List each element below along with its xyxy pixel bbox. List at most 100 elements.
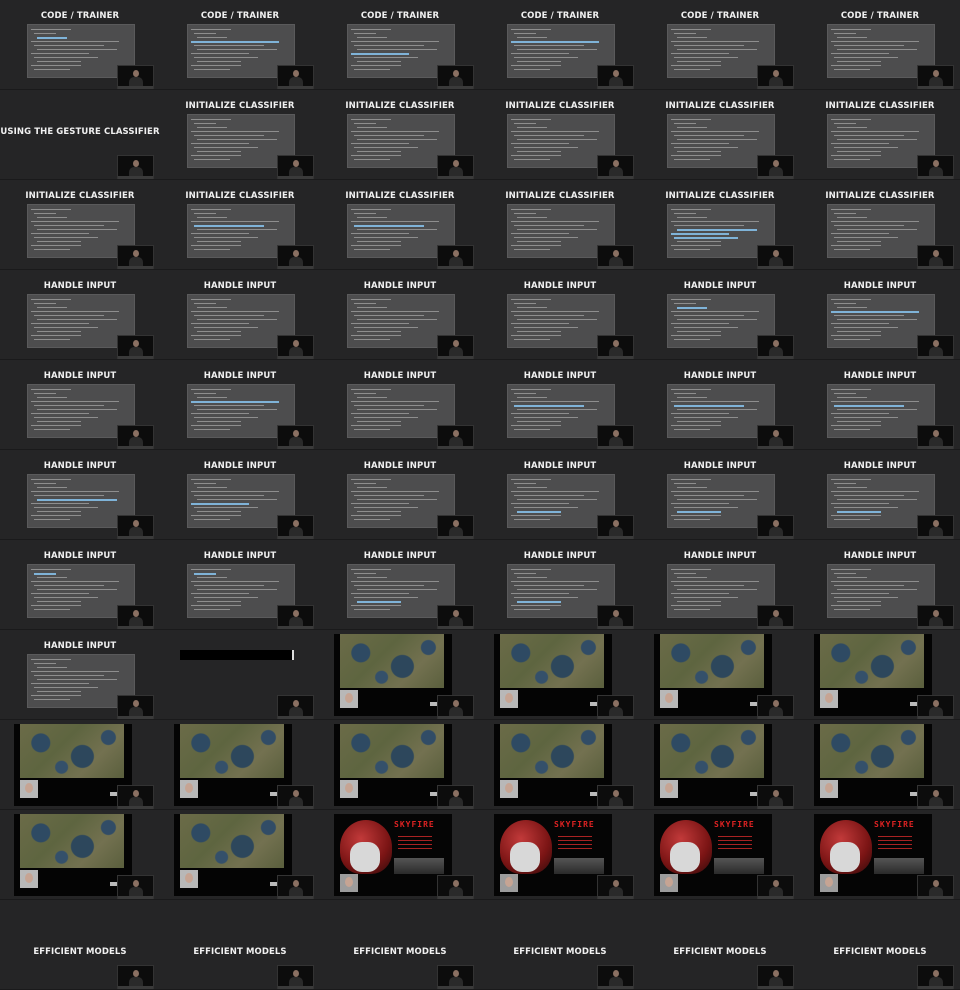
video-thumbnail[interactable]: INITIALIZE CLASSIFIER xyxy=(800,180,960,270)
video-thumbnail[interactable]: HANDLE INPUT xyxy=(800,540,960,630)
video-thumbnail[interactable]: EFFICIENT MODELS xyxy=(160,900,320,990)
video-thumbnail[interactable]: INITIALIZE CLASSIFIER xyxy=(160,90,320,180)
presenter-head xyxy=(293,340,299,347)
code-line xyxy=(197,37,227,38)
presenter-webcam xyxy=(277,245,314,269)
video-thumbnail[interactable]: HANDLE INPUT xyxy=(160,360,320,450)
video-thumbnail[interactable]: SKYFIRE xyxy=(640,810,800,900)
video-thumbnail[interactable]: INITIALIZE CLASSIFIER xyxy=(640,180,800,270)
code-line xyxy=(517,319,597,320)
video-thumbnail[interactable]: HANDLE INPUT xyxy=(320,450,480,540)
code-line xyxy=(34,585,104,586)
video-thumbnail[interactable]: HANDLE INPUT xyxy=(480,450,640,540)
code-line xyxy=(514,417,578,418)
video-thumbnail[interactable]: CODE / TRAINER xyxy=(640,0,800,90)
video-thumbnail[interactable]: HANDLE INPUT xyxy=(0,450,160,540)
video-thumbnail[interactable]: SKYFIRE xyxy=(480,810,640,900)
video-thumbnail[interactable]: INITIALIZE CLASSIFIER xyxy=(800,90,960,180)
video-thumbnail[interactable] xyxy=(0,720,160,810)
video-thumbnail[interactable]: EFFICIENT MODELS xyxy=(320,900,480,990)
code-line xyxy=(191,491,279,492)
presenter-webcam xyxy=(437,515,474,539)
video-thumbnail[interactable] xyxy=(160,630,320,720)
video-thumbnail[interactable]: CODE / TRAINER xyxy=(480,0,640,90)
presenter-head xyxy=(773,610,779,617)
video-thumbnail[interactable]: USING THE GESTURE CLASSIFIER xyxy=(0,90,160,180)
video-thumbnail[interactable] xyxy=(160,810,320,900)
code-line xyxy=(511,233,569,234)
video-thumbnail[interactable]: EFFICIENT MODELS xyxy=(800,900,960,990)
video-thumbnail[interactable]: HANDLE INPUT xyxy=(640,540,800,630)
video-thumbnail[interactable]: CODE / TRAINER xyxy=(320,0,480,90)
video-thumbnail[interactable]: HANDLE INPUT xyxy=(480,360,640,450)
video-thumbnail[interactable]: HANDLE INPUT xyxy=(320,270,480,360)
code-line xyxy=(674,597,738,598)
video-thumbnail[interactable] xyxy=(640,720,800,810)
code-line xyxy=(674,135,744,136)
face xyxy=(825,877,833,887)
code-line xyxy=(677,229,757,231)
video-thumbnail[interactable]: HANDLE INPUT xyxy=(0,630,160,720)
video-thumbnail[interactable]: HANDLE INPUT xyxy=(800,360,960,450)
video-thumbnail[interactable] xyxy=(640,630,800,720)
video-thumbnail[interactable]: EFFICIENT MODELS xyxy=(640,900,800,990)
video-thumbnail[interactable]: SKYFIRE xyxy=(800,810,960,900)
code-line xyxy=(351,413,409,414)
video-thumbnail[interactable]: EFFICIENT MODELS xyxy=(0,900,160,990)
video-thumbnail[interactable]: HANDLE INPUT xyxy=(640,270,800,360)
code-line xyxy=(37,487,67,488)
presenter-head xyxy=(773,700,779,707)
code-line xyxy=(197,241,241,242)
video-thumbnail[interactable]: HANDLE INPUT xyxy=(480,540,640,630)
video-thumbnail[interactable]: INITIALIZE CLASSIFIER xyxy=(640,90,800,180)
video-thumbnail[interactable]: CODE / TRAINER xyxy=(800,0,960,90)
code-line xyxy=(671,425,721,426)
video-thumbnail[interactable]: HANDLE INPUT xyxy=(320,540,480,630)
video-thumbnail[interactable] xyxy=(800,630,960,720)
video-thumbnail[interactable]: HANDLE INPUT xyxy=(480,270,640,360)
video-thumbnail[interactable]: HANDLE INPUT xyxy=(0,360,160,450)
video-thumbnail[interactable]: INITIALIZE CLASSIFIER xyxy=(480,90,640,180)
video-thumbnail[interactable]: HANDLE INPUT xyxy=(160,450,320,540)
code-line xyxy=(671,41,759,42)
video-thumbnail[interactable] xyxy=(320,630,480,720)
video-thumbnail[interactable]: HANDLE INPUT xyxy=(0,540,160,630)
video-thumbnail[interactable]: INITIALIZE CLASSIFIER xyxy=(0,180,160,270)
video-thumbnail[interactable]: SKYFIRE xyxy=(320,810,480,900)
code-line xyxy=(351,425,401,426)
video-thumbnail[interactable]: HANDLE INPUT xyxy=(160,270,320,360)
video-thumbnail[interactable]: HANDLE INPUT xyxy=(160,540,320,630)
code-line xyxy=(837,331,881,332)
video-thumbnail[interactable]: INITIALIZE CLASSIFIER xyxy=(320,180,480,270)
video-thumbnail[interactable]: CODE / TRAINER xyxy=(160,0,320,90)
code-line xyxy=(671,155,721,156)
video-thumbnail[interactable] xyxy=(160,720,320,810)
code-line xyxy=(357,421,401,422)
video-thumbnail[interactable]: CODE / TRAINER xyxy=(0,0,160,90)
video-thumbnail[interactable]: HANDLE INPUT xyxy=(0,270,160,360)
code-line xyxy=(357,601,401,603)
video-thumbnail[interactable] xyxy=(800,720,960,810)
video-thumbnail[interactable]: INITIALIZE CLASSIFIER xyxy=(320,90,480,180)
video-thumbnail[interactable] xyxy=(320,720,480,810)
video-thumbnail[interactable]: HANDLE INPUT xyxy=(800,270,960,360)
game-map xyxy=(660,724,764,778)
code-line xyxy=(351,143,409,144)
video-thumbnail[interactable]: INITIALIZE CLASSIFIER xyxy=(480,180,640,270)
video-thumbnail[interactable]: HANDLE INPUT xyxy=(320,360,480,450)
video-thumbnail[interactable] xyxy=(480,630,640,720)
video-thumbnail[interactable]: HANDLE INPUT xyxy=(800,450,960,540)
code-line xyxy=(511,155,561,156)
video-thumbnail[interactable]: HANDLE INPUT xyxy=(640,360,800,450)
poster-title: SKYFIRE xyxy=(554,820,595,829)
video-thumbnail[interactable]: EFFICIENT MODELS xyxy=(480,900,640,990)
video-thumbnail[interactable] xyxy=(480,720,640,810)
video-thumbnail[interactable]: INITIALIZE CLASSIFIER xyxy=(160,180,320,270)
presenter-head xyxy=(133,250,139,257)
code-line xyxy=(354,33,376,34)
presenter-head xyxy=(133,70,139,77)
video-thumbnail[interactable]: HANDLE INPUT xyxy=(640,450,800,540)
video-thumbnail[interactable] xyxy=(0,810,160,900)
presenter-webcam xyxy=(277,425,314,449)
code-line xyxy=(31,389,71,390)
